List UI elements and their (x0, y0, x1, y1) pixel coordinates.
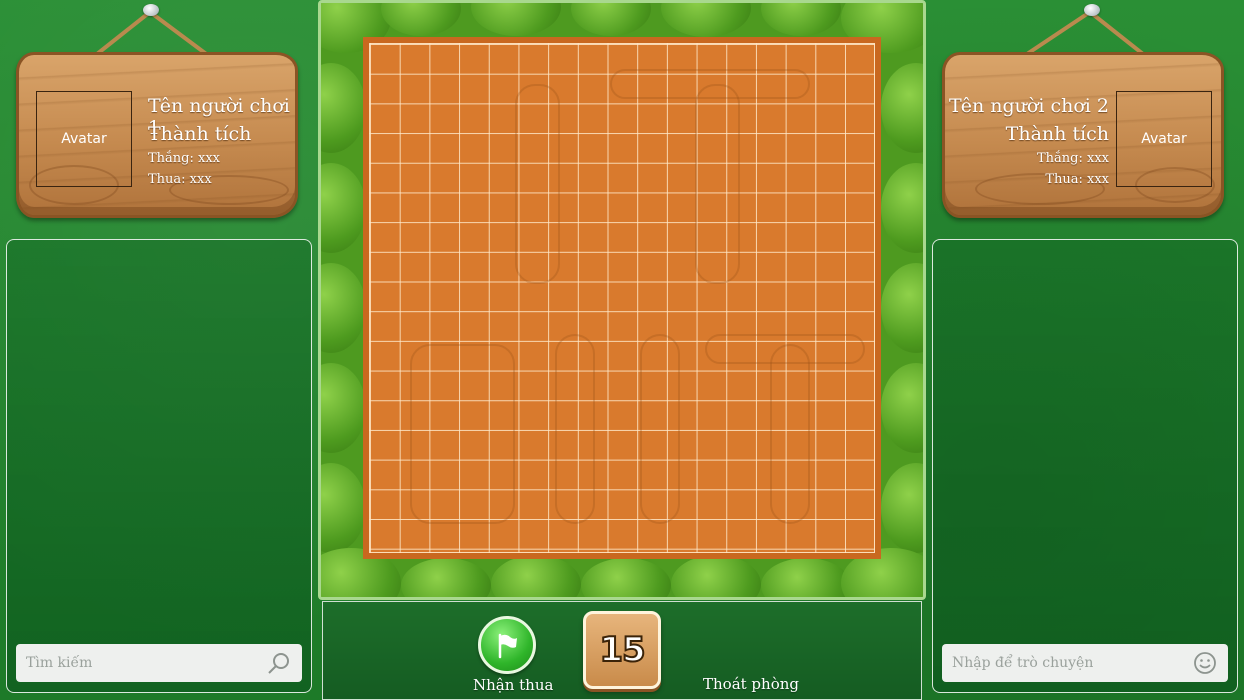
player1-sign: Avatar Tên người chơi 1 Thành tích Thắng… (12, 0, 302, 225)
game-grid[interactable] (369, 43, 875, 553)
wood-board: Tên người chơi 2 Thành tích Thắng: xxx T… (942, 52, 1224, 218)
player2-avatar[interactable]: Avatar (1116, 91, 1212, 187)
player2-sign: Tên người chơi 2 Thành tích Thắng: xxx T… (938, 0, 1228, 225)
smiley-icon[interactable] (1192, 650, 1218, 676)
left-side-panel: Tìm kiếm (6, 239, 312, 693)
player1-avatar[interactable]: Avatar (36, 91, 132, 187)
avatar-label: Avatar (1141, 131, 1187, 147)
player2-achievement-title: Thành tích (1005, 123, 1109, 145)
player1-achievement-title: Thành tích (148, 123, 252, 145)
nail-icon (143, 4, 159, 16)
timer-value: 15 (598, 629, 646, 671)
wood-board: Avatar Tên người chơi 1 Thành tích Thắng… (16, 52, 298, 218)
player1-losses: Thua: xxx (148, 172, 212, 187)
control-bar: Nhận thua 15 Thoát phòng (322, 601, 922, 700)
chat-input[interactable]: Nhập để trò chuyện (942, 644, 1228, 682)
player2-name: Tên người chơi 2 (949, 95, 1109, 117)
nail-icon (1084, 4, 1100, 16)
avatar-label: Avatar (61, 131, 107, 147)
search-icon[interactable] (266, 650, 292, 676)
game-board-frame (318, 0, 926, 600)
search-placeholder: Tìm kiếm (26, 655, 93, 671)
leave-room-button[interactable]: Thoát phòng (703, 675, 799, 693)
turn-timer: 15 (583, 611, 661, 689)
surrender-button[interactable] (478, 616, 536, 674)
player2-losses: Thua: xxx (1045, 172, 1109, 187)
player2-wins: Thắng: xxx (1037, 151, 1109, 166)
right-side-panel: Nhập để trò chuyện (932, 239, 1238, 693)
flag-icon (498, 633, 517, 659)
surrender-label[interactable]: Nhận thua (473, 676, 553, 694)
player1-wins: Thắng: xxx (148, 151, 220, 166)
search-input[interactable]: Tìm kiếm (16, 644, 302, 682)
chat-placeholder: Nhập để trò chuyện (952, 655, 1094, 671)
